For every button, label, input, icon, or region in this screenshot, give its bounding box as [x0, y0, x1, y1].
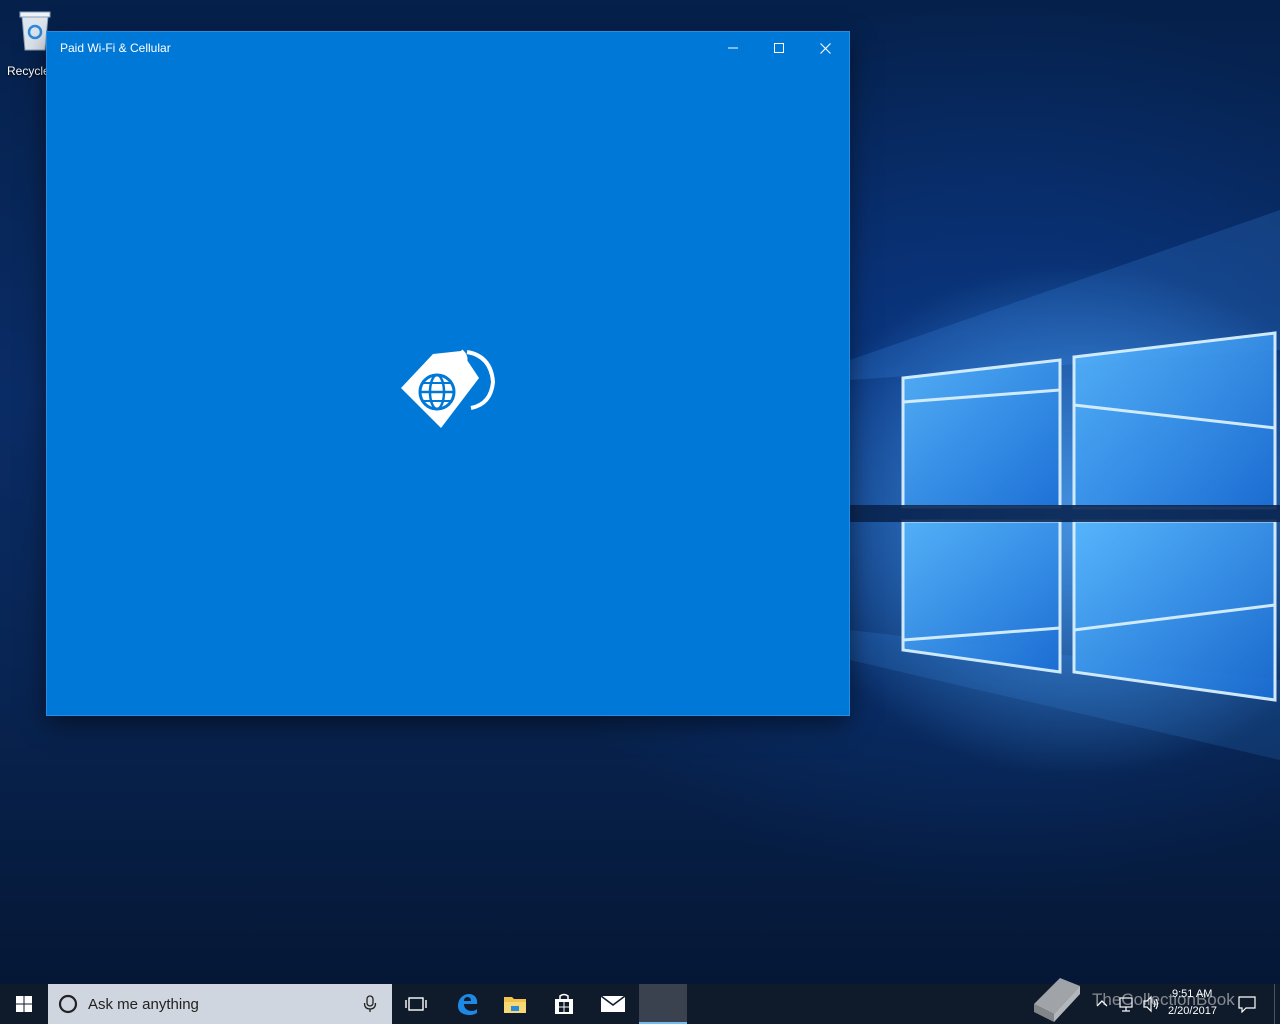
- mail-icon: [600, 995, 626, 1012]
- search-input[interactable]: Ask me anything: [48, 984, 392, 1024]
- windows-logo-icon: [16, 996, 32, 1012]
- globe-tag-icon: [401, 349, 496, 428]
- file-explorer-button[interactable]: [491, 984, 539, 1024]
- edge-button[interactable]: [443, 984, 491, 1024]
- running-app-button[interactable]: [639, 984, 687, 1024]
- app-window[interactable]: Paid Wi-Fi & Cellular: [47, 32, 849, 715]
- book-watermark-icon: [1034, 978, 1080, 1022]
- close-button[interactable]: [802, 32, 848, 64]
- start-button[interactable]: [0, 984, 48, 1024]
- mail-button[interactable]: [589, 984, 637, 1024]
- store-icon: [555, 993, 573, 1014]
- search-placeholder: Ask me anything: [88, 996, 199, 1013]
- task-view-button[interactable]: [392, 984, 440, 1024]
- maximize-icon: [774, 43, 784, 53]
- microphone-icon[interactable]: [363, 995, 377, 1013]
- desktop-icon-label: Recycle: [7, 64, 50, 78]
- show-desktop-button[interactable]: [1274, 984, 1280, 1024]
- watermark-text: TheCollectionBook: [1092, 990, 1235, 1009]
- minimize-icon: [728, 47, 738, 49]
- edge-icon: [458, 994, 478, 1015]
- folder-icon: [504, 997, 526, 1013]
- task-view-icon: [405, 997, 427, 1011]
- taskbar: Ask me anything 9:51 AM 2/20/2017: [0, 984, 1280, 1024]
- title-bar[interactable]: Paid Wi-Fi & Cellular: [47, 32, 849, 64]
- action-center-icon[interactable]: [1238, 996, 1256, 1013]
- cortana-icon: [58, 994, 78, 1014]
- minimize-button[interactable]: [710, 32, 756, 64]
- store-button[interactable]: [540, 984, 588, 1024]
- window-title: Paid Wi-Fi & Cellular: [60, 41, 171, 55]
- close-icon: [819, 42, 831, 54]
- maximize-button[interactable]: [756, 32, 802, 64]
